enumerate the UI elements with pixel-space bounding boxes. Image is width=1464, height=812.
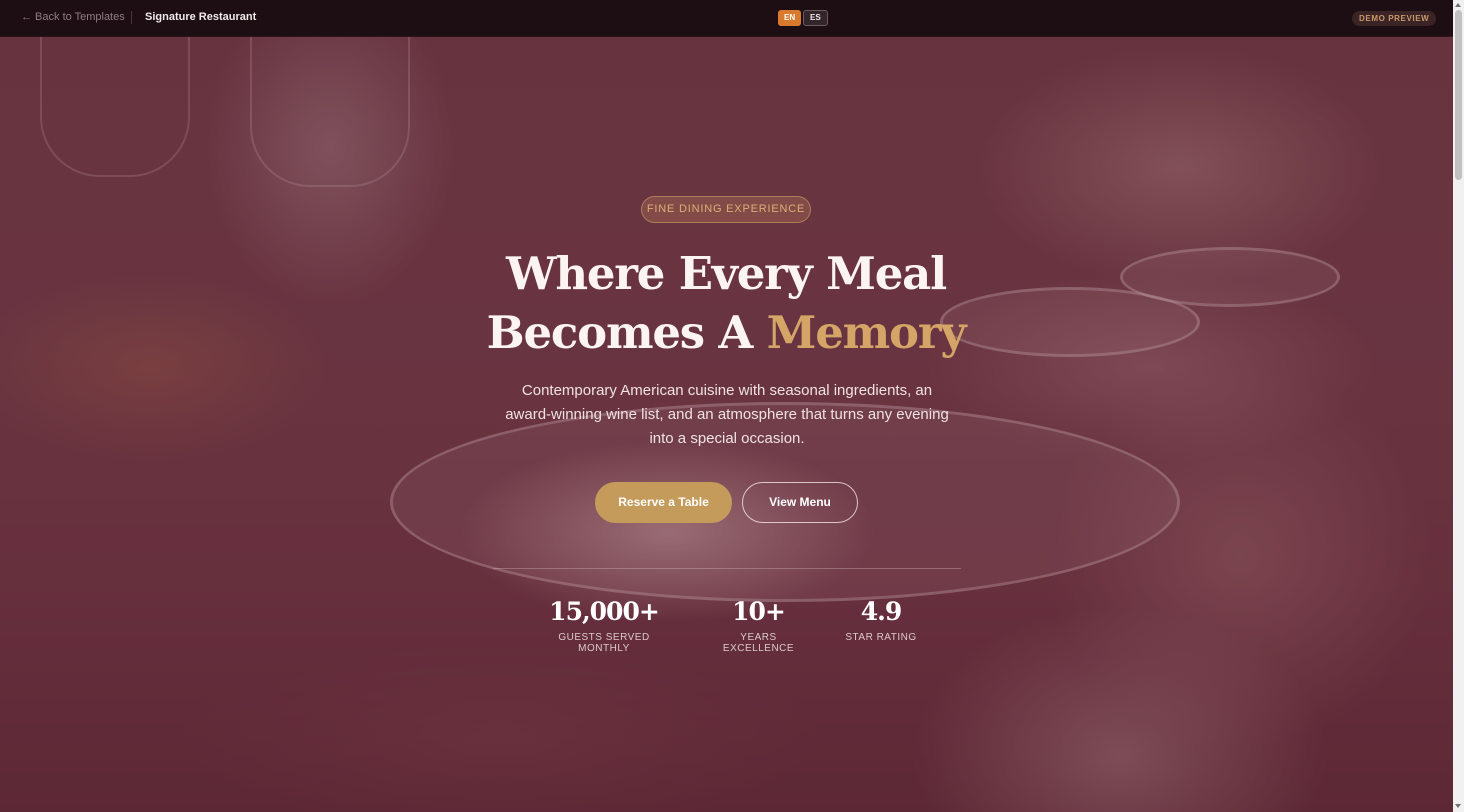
demo-preview-badge: DEMO PREVIEW <box>1352 11 1437 26</box>
hero-content: FINE DINING EXPERIENCE Where Every Meal … <box>0 37 1453 812</box>
stat-value: 10+ <box>732 597 786 626</box>
stat-label: STAR RATING <box>845 632 917 643</box>
eyebrow-badge: FINE DINING EXPERIENCE <box>641 196 811 223</box>
scroll-down-arrow-icon[interactable] <box>1455 804 1461 808</box>
stat-value: 15,000+ <box>549 597 660 626</box>
hero-headline: Where Every Meal Becomes A Memory <box>426 244 1026 362</box>
headline-line2: Becomes A <box>486 306 754 359</box>
stat-guests: 15,000+ GUESTS SERVED MONTHLY <box>535 597 673 654</box>
brand-name: Signature Restaurant <box>145 11 257 23</box>
stat-value: 4.9 <box>860 597 903 626</box>
headline-line1: Where Every Meal <box>506 247 947 300</box>
lang-es-button[interactable]: ES <box>803 10 828 26</box>
stat-years: 10+ YEARS EXCELLENCE <box>705 597 812 654</box>
reserve-table-button[interactable]: Reserve a Table <box>595 482 732 523</box>
stats-divider <box>493 568 961 569</box>
scrollbar-thumb[interactable] <box>1455 10 1462 180</box>
stat-label: YEARS EXCELLENCE <box>722 632 795 654</box>
back-link-label: ← Back to Templates <box>21 11 125 23</box>
vertical-scrollbar[interactable] <box>1453 0 1464 812</box>
hero-section: FINE DINING EXPERIENCE Where Every Meal … <box>0 37 1453 812</box>
headline-accent: Memory <box>766 306 967 359</box>
stat-rating: 4.9 STAR RATING <box>845 597 917 643</box>
scroll-up-arrow-icon[interactable] <box>1455 3 1461 7</box>
lang-en-button[interactable]: EN <box>778 10 802 26</box>
top-bar: ← Back to Templates Signature Restaurant… <box>0 0 1453 37</box>
view-menu-button[interactable]: View Menu <box>742 482 858 523</box>
divider <box>131 11 132 24</box>
back-to-templates-link[interactable]: ← Back to Templates <box>21 11 125 23</box>
stat-label: GUESTS SERVED MONTHLY <box>558 632 650 654</box>
hero-subheading: Contemporary American cuisine with seaso… <box>505 382 949 447</box>
